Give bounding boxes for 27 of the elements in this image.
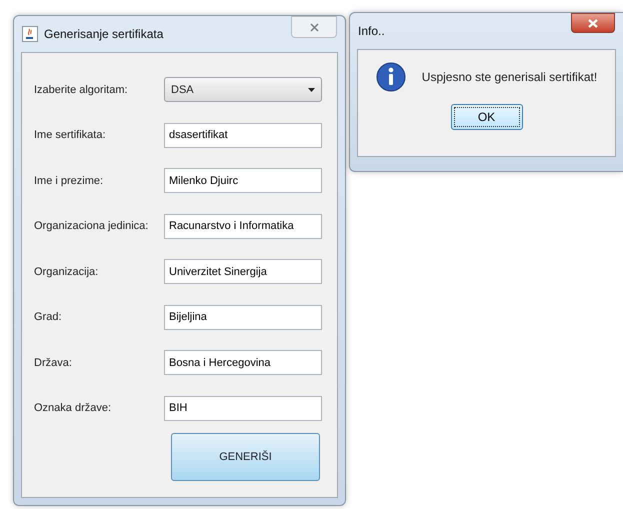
- info-icon: [376, 62, 406, 92]
- input-field[interactable]: Milenko Djuirc: [164, 168, 322, 194]
- input-field[interactable]: Racunarstvo i Informatika: [164, 214, 322, 239]
- field-label: Organizacija:: [34, 264, 100, 280]
- field-label: Ime i prezime:: [34, 174, 104, 188]
- close-icon: [588, 18, 598, 28]
- close-icon: [310, 22, 318, 32]
- field-label: Organizaciona jedinica:: [34, 219, 150, 234]
- input-field[interactable]: BIH: [164, 396, 322, 421]
- window-title: Generisanje sertifikata: [44, 26, 164, 43]
- algorithm-dropdown[interactable]: DSA: [164, 77, 322, 102]
- field-label: Ime sertifikata:: [34, 128, 107, 143]
- field-label: Grad:: [34, 310, 63, 325]
- input-field[interactable]: dsasertifikat: [164, 122, 322, 148]
- field-label: Država:: [34, 356, 73, 370]
- java-cup-icon: [22, 26, 38, 42]
- close-button[interactable]: [571, 13, 615, 33]
- input-field[interactable]: Bijeljina: [164, 304, 322, 330]
- ok-button[interactable]: OK: [450, 104, 522, 130]
- input-field[interactable]: Bosna i Hercegovina: [164, 350, 322, 376]
- field-label: Izaberite algoritam:: [34, 82, 129, 98]
- caret-icon: [308, 88, 315, 92]
- input-field[interactable]: Univerzitet Sinergija: [164, 259, 322, 284]
- field-label: Oznaka države:: [34, 401, 112, 416]
- window-title: Info..: [358, 23, 385, 40]
- generate-button[interactable]: GENERIŠI: [171, 433, 320, 481]
- message-text: Uspjesno ste generisali sertifikat!: [422, 69, 598, 86]
